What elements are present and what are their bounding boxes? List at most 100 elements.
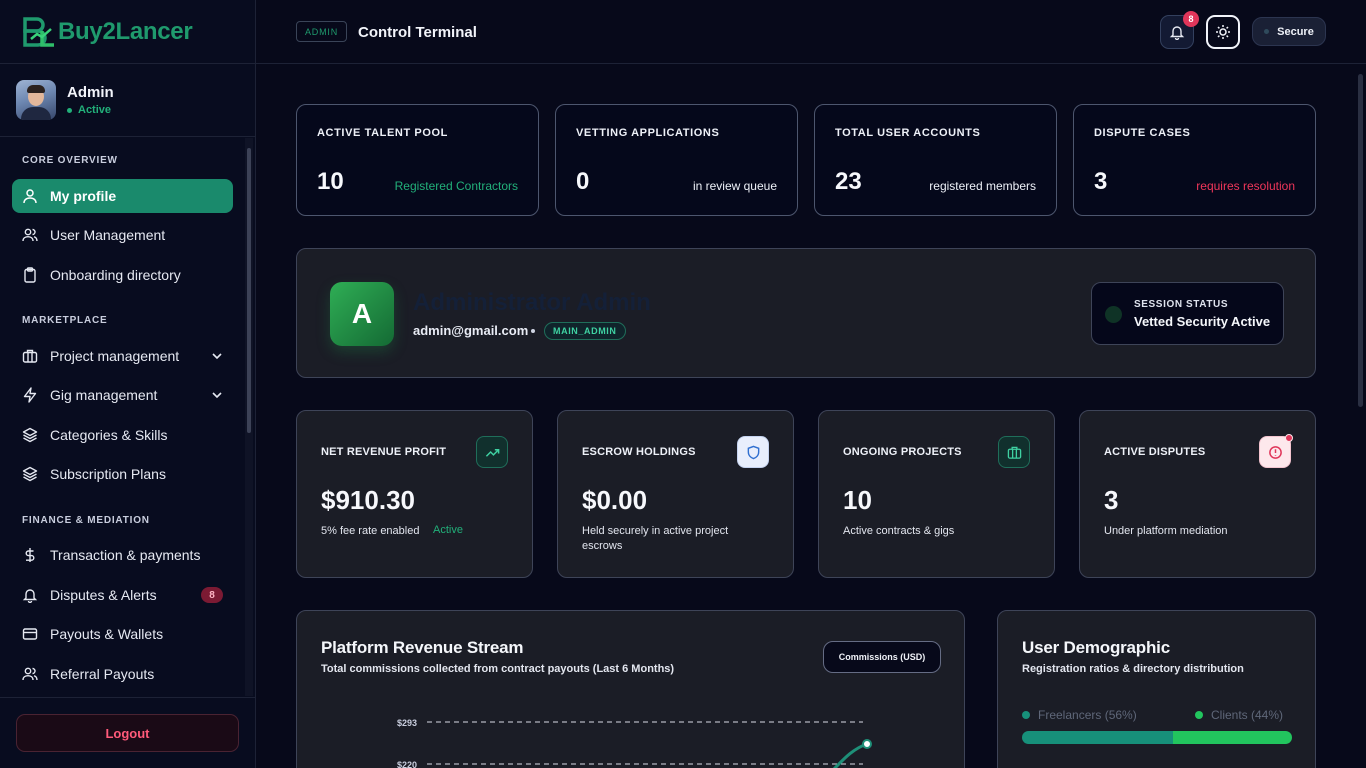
sidebar-item-subscription-plans[interactable]: Subscription Plans [12, 457, 233, 491]
clipboard-icon [24, 267, 36, 283]
brand-name: Buy2Lancer [58, 17, 193, 45]
bell-icon [22, 589, 38, 603]
admin-tag: ADMIN [296, 21, 347, 42]
sidebar-item-disputes-alerts[interactable]: Disputes & Alerts 8 [12, 578, 233, 612]
sidebar-item-label: Transaction & payments [50, 547, 201, 563]
nav-section-core: CORE OVERVIEW [22, 155, 118, 166]
session-status-label: SESSION STATUS [1134, 299, 1229, 310]
kpi-label: ACTIVE DISPUTES [1104, 446, 1206, 458]
user-demographic-panel: User Demographic Registration ratios & d… [997, 610, 1316, 768]
main-scrollbar[interactable] [1355, 64, 1366, 768]
legend-label: Freelancers (56%) [1038, 708, 1137, 722]
briefcase-icon [22, 349, 38, 363]
theme-toggle-button[interactable] [1206, 15, 1240, 49]
sidebar-item-project-management[interactable]: Project management [12, 339, 233, 373]
sun-icon [1216, 25, 1230, 39]
ratio-segment [1022, 731, 1174, 744]
profile-status: Active [67, 104, 114, 116]
stat-note: in review queue [692, 179, 777, 193]
sidebar-item-label: Referral Payouts [50, 666, 155, 682]
kpi-card-ongoing-projects: ONGOING PROJECTS 10 Active contracts & g… [818, 410, 1055, 578]
sidebar-item-user-management[interactable]: User Management [12, 218, 233, 252]
admin-role-badge: MAIN_ADMIN [544, 322, 626, 340]
users-icon [22, 667, 38, 681]
users-icon [22, 228, 38, 242]
avatar [16, 80, 56, 120]
sidebar-profile[interactable]: Admin Active [0, 64, 255, 137]
brand[interactable]: Buy2Lancer [0, 0, 255, 64]
stat-label: DISPUTE CASES [1094, 127, 1191, 139]
kpi-sub: Held securely in active project escrows [582, 525, 729, 552]
sidebar-item-label: User Management [50, 227, 166, 243]
layers-icon [22, 466, 38, 482]
kpi-label: NET REVENUE PROFIT [321, 446, 447, 458]
nav-section-finance: FINANCE & MEDIATION [22, 515, 150, 526]
layers-icon [22, 427, 38, 443]
revenue-chart-panel: Platform Revenue Stream Total commission… [296, 610, 965, 768]
kpi-card-active-disputes: ACTIVE DISPUTES 3 Under platform mediati… [1079, 410, 1316, 578]
sidebar-nav: CORE OVERVIEW My profile User Management… [0, 138, 246, 696]
stat-card-talent-pool: ACTIVE TALENT POOL 10 Registered Contrac… [296, 104, 539, 216]
stat-value: 3 [1094, 168, 1108, 195]
kpi-sub: Active contracts & gigs [843, 525, 955, 537]
legend-freelancers: Freelancers (56%) [1022, 708, 1137, 722]
session-dot-icon [1105, 306, 1122, 323]
stat-label: TOTAL USER ACCOUNTS [835, 127, 981, 139]
card-icon [22, 628, 38, 640]
kpi-value: 3 [1104, 485, 1119, 515]
legend-label: Clients (44%) [1211, 708, 1284, 722]
nav-section-marketplace: MARKETPLACE [22, 315, 108, 326]
sidebar-item-label: Categories & Skills [50, 427, 168, 443]
stat-label: VETTING APPLICATIONS [576, 127, 720, 139]
kpi-active-label: Active [433, 524, 463, 536]
logout-button[interactable]: Logout [16, 714, 239, 752]
secure-dot-icon [1264, 29, 1270, 34]
stat-note: registered members [929, 179, 1036, 193]
kpi-label: ESCROW HOLDINGS [582, 446, 696, 458]
sidebar-scrollbar[interactable] [245, 138, 253, 696]
secure-status-button[interactable]: Secure [1252, 17, 1326, 46]
sidebar-item-onboarding-directory[interactable]: Onboarding directory [12, 258, 233, 292]
shield-icon [737, 436, 769, 468]
legend-dot-icon [1022, 711, 1030, 719]
top-header: ADMIN Control Terminal 8 Secure [256, 0, 1366, 64]
dollar-icon [25, 548, 35, 562]
session-status-value: Vetted Security Active [1134, 314, 1271, 329]
app-root: Buy2Lancer Admin Active CORE OVERVIEW My… [0, 0, 1366, 768]
sidebar-item-label: Subscription Plans [50, 466, 166, 482]
separator-dot [531, 329, 535, 333]
stat-note: requires resolution [1196, 179, 1295, 193]
kpi-card-escrow: ESCROW HOLDINGS $0.00 Held securely in a… [557, 410, 794, 578]
chevron-down-icon[interactable] [211, 389, 223, 401]
legend-dot-icon [1195, 711, 1203, 719]
kpi-label: ONGOING PROJECTS [843, 446, 962, 458]
sidebar-item-gig-management[interactable]: Gig management [12, 378, 233, 412]
sidebar-item-transactions[interactable]: Transaction & payments [12, 538, 233, 572]
disputes-count-badge: 8 [201, 587, 223, 603]
sidebar-item-label: Disputes & Alerts [50, 587, 157, 603]
sidebar-item-referral-payouts[interactable]: Referral Payouts [12, 657, 233, 691]
stat-card-user-accounts: TOTAL USER ACCOUNTS 23 registered member… [814, 104, 1057, 216]
profile-status-label: Active [78, 104, 112, 116]
trend-up-icon [476, 436, 508, 468]
stat-value: 0 [576, 168, 590, 195]
sidebar-item-my-profile[interactable]: My profile [12, 179, 233, 213]
stat-note: Registered Contractors [394, 179, 518, 193]
stat-card-vetting: VETTING APPLICATIONS 0 in review queue [555, 104, 798, 216]
sidebar-item-payouts-wallets[interactable]: Payouts & Wallets [12, 617, 233, 651]
logout-area: Logout [0, 697, 256, 768]
sidebar-item-categories-skills[interactable]: Categories & Skills [12, 418, 233, 452]
y-tick-label: $220 [397, 760, 417, 768]
admin-email: admin@gmail.com [413, 323, 529, 338]
profile-name: Admin [67, 84, 114, 101]
sidebar-item-label: My profile [50, 188, 117, 204]
chevron-down-icon[interactable] [211, 350, 223, 362]
brand-logo-icon [22, 15, 56, 49]
alert-icon [1259, 434, 1293, 468]
notifications-button[interactable]: 8 [1160, 11, 1199, 49]
briefcase-icon [998, 436, 1030, 468]
secure-label: Secure [1277, 25, 1314, 38]
kpi-value: $0.00 [582, 485, 648, 515]
bell-icon [1169, 26, 1185, 40]
admin-name: Administrator Admin [413, 289, 651, 316]
